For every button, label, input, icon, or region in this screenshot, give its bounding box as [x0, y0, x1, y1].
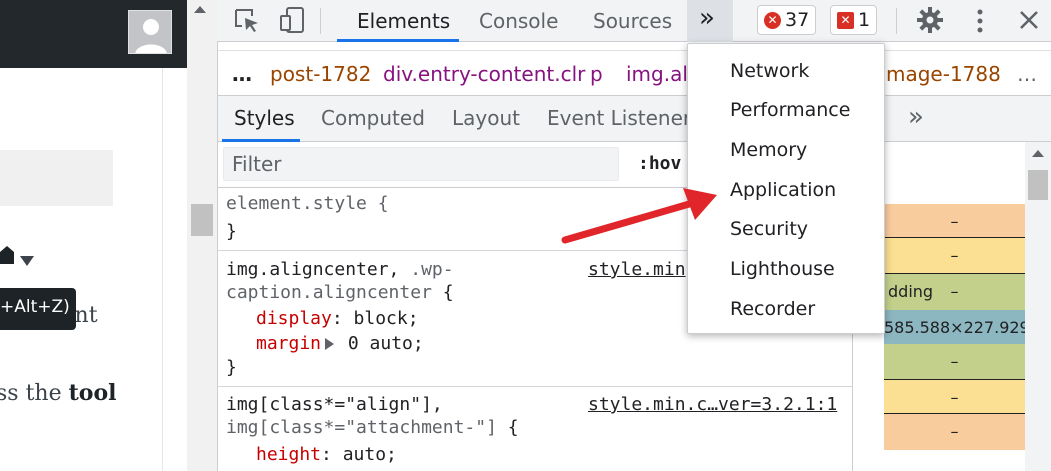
tab-console[interactable]: Console — [479, 9, 558, 33]
device-toolbar-icon[interactable] — [279, 6, 307, 38]
home-icon[interactable] — [0, 244, 14, 270]
subtabs-more-button[interactable]: » — [908, 102, 924, 132]
breadcrumb-item-image-class[interactable]: mage-1788 — [886, 62, 1001, 86]
shortcut-tooltip: +Alt+Z) — [0, 288, 76, 330]
editor-panel — [0, 150, 113, 206]
rule2-selector-line2: img[class*="attachment-"] { — [226, 417, 519, 438]
double-chevron-right-icon: » — [699, 3, 715, 33]
element-style-selector: element.style { — [226, 193, 389, 214]
breadcrumb-item-img[interactable]: img.ali — [626, 62, 693, 86]
box-model-content-size[interactable]: 585.588×227.929 — [884, 310, 1025, 346]
kebab-menu-icon[interactable] — [975, 8, 985, 38]
box-model-line — [884, 273, 1025, 274]
breadcrumb-item-post[interactable]: post-1782 — [270, 62, 371, 86]
subtab-event-listeners[interactable]: Event Listeners — [547, 106, 702, 130]
element-style-close: } — [226, 221, 237, 242]
user-icon — [129, 11, 171, 53]
annotation-arrow-icon — [561, 188, 717, 244]
box-model-margin-top[interactable]: – — [884, 204, 1025, 240]
rule1-decl-margin[interactable]: margin 0 auto; — [256, 333, 424, 354]
error-icon: ✕ — [764, 12, 781, 29]
menu-item-application[interactable]: Application — [730, 179, 836, 201]
rule2-source-link[interactable]: style.min.c…ver=3.2.1:1 — [588, 394, 837, 415]
chevron-down-icon[interactable] — [20, 251, 34, 270]
rule1-decl-display[interactable]: display: block; — [256, 308, 419, 329]
avatar[interactable] — [128, 10, 172, 54]
box-model-padding-bottom[interactable]: – — [884, 344, 1025, 380]
box-model-border-bottom[interactable]: – — [884, 380, 1025, 416]
page-paragraph-line2: ss the tool — [0, 380, 117, 406]
issue-icon: ✕ — [837, 12, 854, 29]
toolbar-separator — [896, 8, 897, 34]
menu-item-lighthouse[interactable]: Lighthouse — [730, 258, 835, 280]
styles-scrollbar-thumb[interactable] — [1028, 170, 1048, 200]
box-model-padding[interactable]: dding – — [884, 274, 1025, 310]
rule2-selector-line1: img[class*="align"], — [226, 394, 443, 415]
subtab-styles[interactable]: Styles — [234, 106, 295, 130]
page-scrollbar-thumb[interactable] — [191, 204, 213, 236]
rule1-selector-line1: img.aligncenter, .wp- — [226, 259, 454, 280]
box-model-margin-bottom[interactable]: – — [884, 414, 1025, 450]
breadcrumb-overflow-left[interactable]: … — [232, 62, 252, 86]
tab-sources[interactable]: Sources — [593, 9, 672, 33]
menu-item-memory[interactable]: Memory — [730, 139, 807, 161]
menu-item-security[interactable]: Security — [730, 218, 808, 240]
box-model-bottom — [884, 450, 1025, 471]
toolbar-separator — [320, 8, 321, 34]
more-tabs-button[interactable]: » — [687, 0, 733, 42]
box-model-line — [884, 379, 1025, 380]
breadcrumb-item-p[interactable]: p — [590, 62, 603, 86]
scroll-up-arrow-icon[interactable] — [194, 6, 206, 13]
breadcrumb-item-entry-content[interactable]: div.entry-content.clr — [383, 62, 585, 86]
styles-filter-input[interactable]: Filter — [223, 147, 619, 181]
rule1-source-link[interactable]: style.min — [588, 259, 686, 280]
inspect-element-icon[interactable] — [234, 8, 260, 38]
page-margin — [162, 68, 186, 471]
subtab-computed[interactable]: Computed — [321, 106, 425, 130]
issues-badge[interactable]: ✕ 1 — [830, 5, 878, 35]
scroll-up-arrow-icon[interactable] — [1032, 150, 1044, 157]
box-model-line — [884, 413, 1025, 414]
rule2-decl-height[interactable]: height: auto; — [256, 444, 397, 465]
rule1-selector-line2: caption.aligncenter { — [226, 282, 454, 303]
rule-separator — [218, 386, 852, 387]
menu-item-network[interactable]: Network — [730, 60, 809, 82]
close-icon[interactable] — [1019, 10, 1039, 34]
breadcrumb-overflow-right[interactable]: … — [1017, 62, 1037, 86]
errors-badge[interactable]: ✕ 37 — [757, 5, 817, 35]
box-model-border-top[interactable]: – — [884, 238, 1025, 274]
box-model-top — [884, 142, 1025, 204]
hov-toggle[interactable]: :hov — [638, 153, 681, 174]
menu-item-recorder[interactable]: Recorder — [730, 298, 815, 320]
tab-elements[interactable]: Elements — [357, 9, 450, 33]
dom-tree-peek — [218, 42, 1051, 50]
menu-item-performance[interactable]: Performance — [730, 99, 850, 121]
expand-triangle-icon[interactable] — [325, 338, 335, 350]
gear-icon[interactable] — [916, 6, 944, 38]
subtab-layout[interactable]: Layout — [452, 106, 520, 130]
box-model-line — [884, 237, 1025, 238]
rule1-close: } — [226, 357, 237, 378]
